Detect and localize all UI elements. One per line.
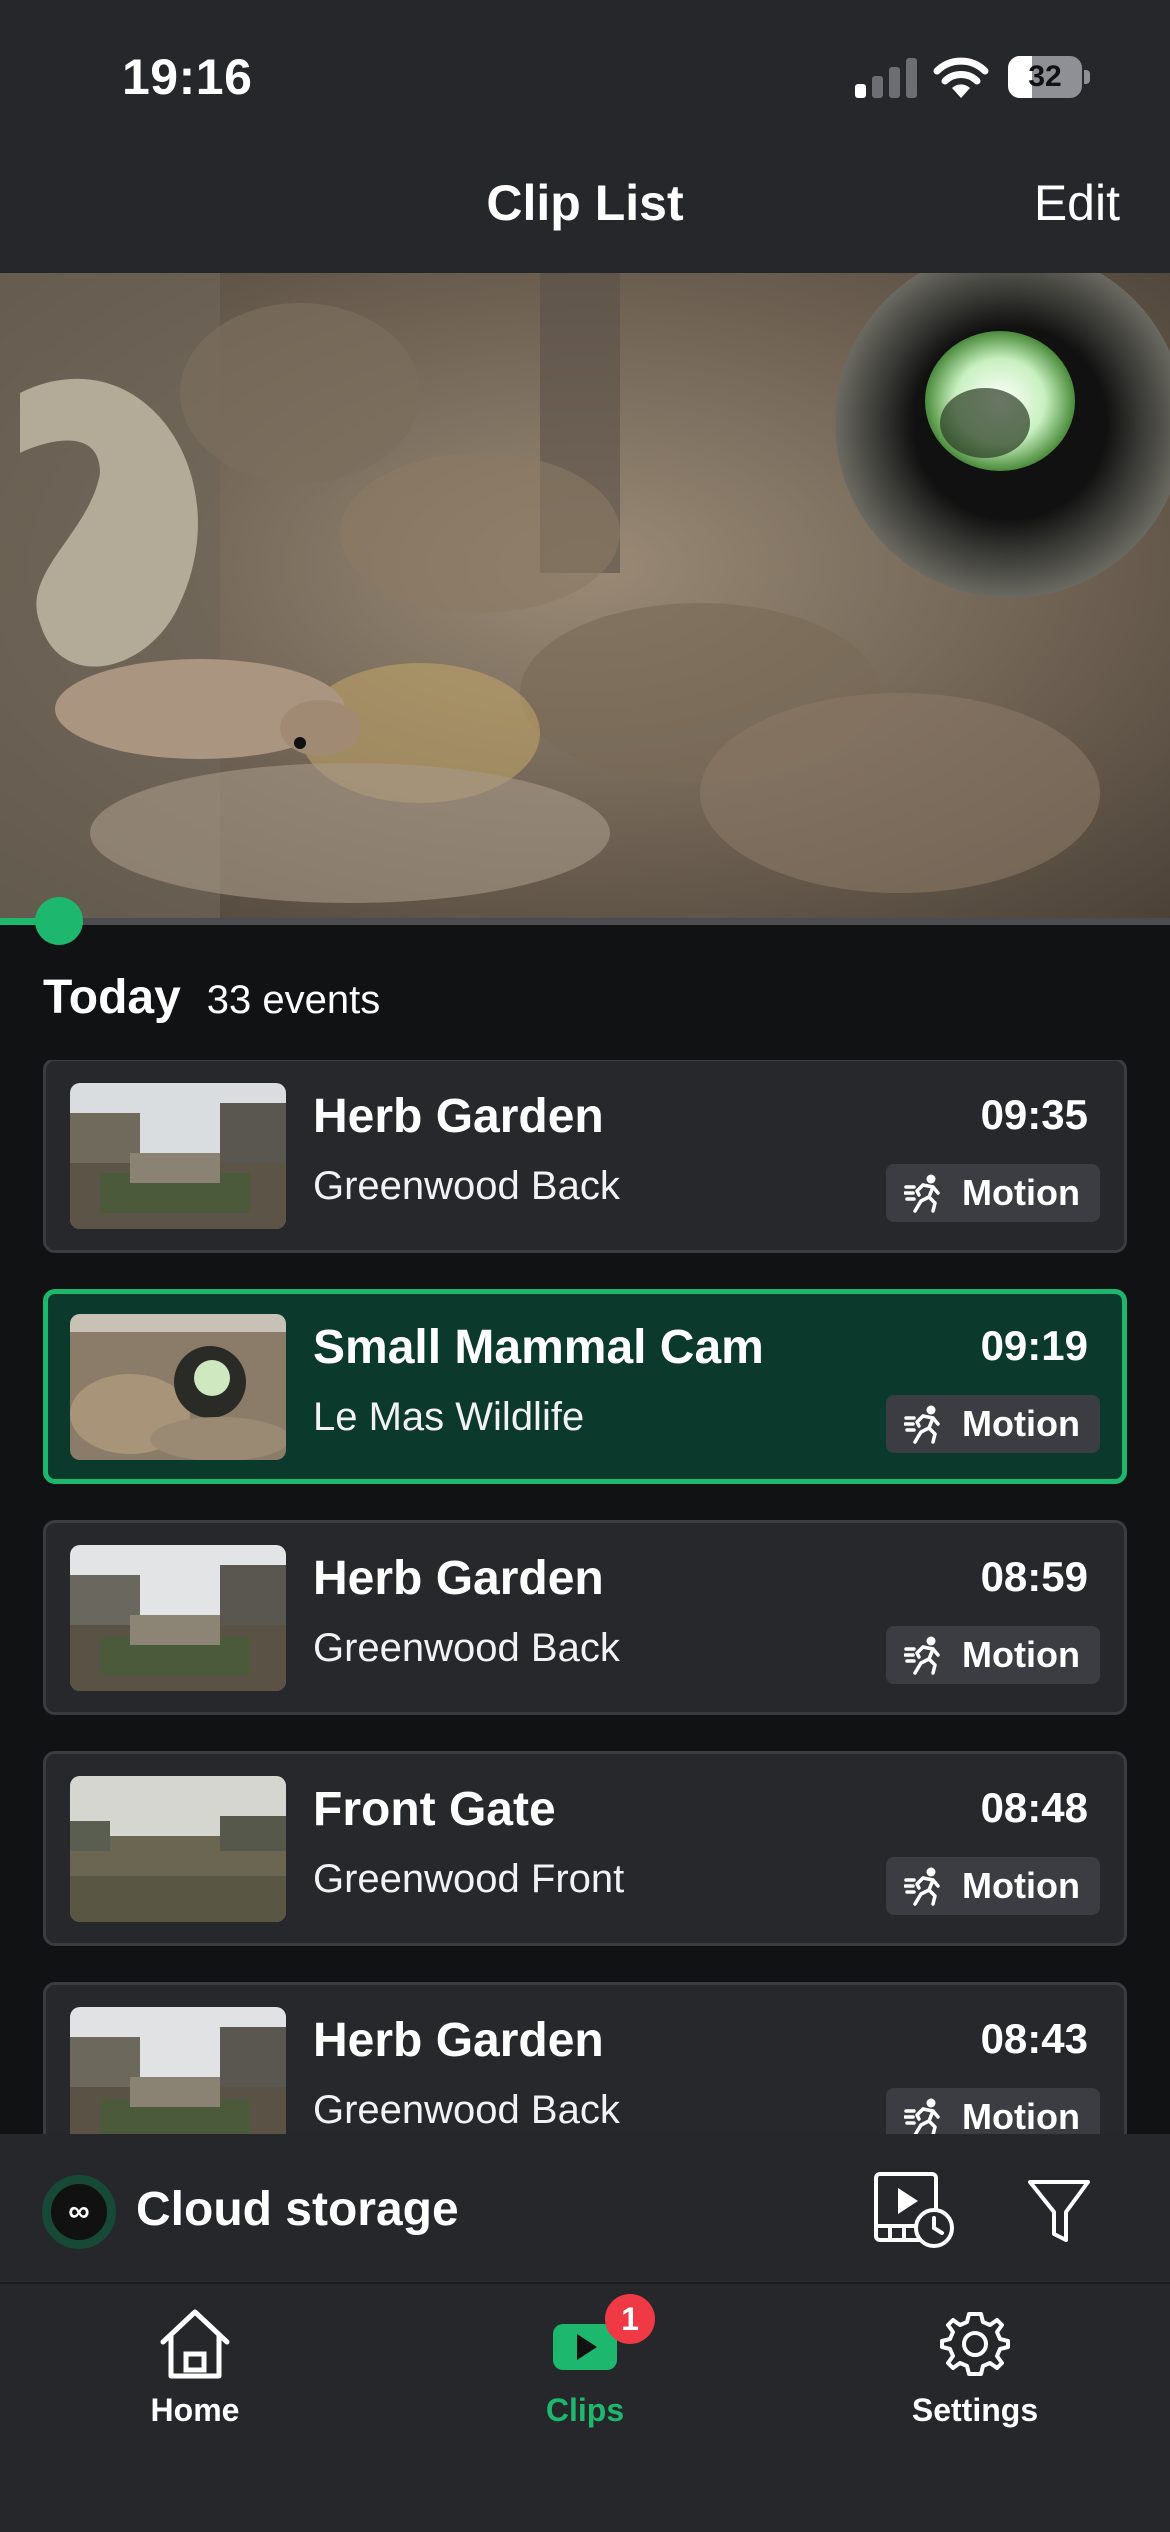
clip-thumbnail xyxy=(70,1545,286,1691)
clip-location: Greenwood Front xyxy=(313,1857,625,1901)
filter-icon[interactable] xyxy=(1026,2176,1092,2246)
motion-badge: Motion xyxy=(886,2088,1100,2134)
video-frame xyxy=(0,273,1170,923)
tab-label: Settings xyxy=(911,2392,1039,2428)
clip-time: 08:48 xyxy=(980,1784,1088,1831)
cloud-storage-bar: ∞ Cloud storage xyxy=(0,2134,1170,2282)
wifi-icon xyxy=(933,57,989,98)
clip-camera-name: Herb Garden xyxy=(313,1552,604,1605)
clip-timeline-icon[interactable] xyxy=(872,2170,956,2250)
clip-card[interactable]: Herb Garden Greenwood Back 09:35 Motion xyxy=(43,1060,1127,1253)
event-count: 33 events xyxy=(206,978,381,1022)
clip-location: Le Mas Wildlife xyxy=(313,1395,585,1439)
clip-card[interactable]: Herb Garden Greenwood Back 08:43 Motion xyxy=(43,1982,1127,2134)
clip-location: Greenwood Back xyxy=(313,2088,620,2132)
gear-icon xyxy=(940,2312,1010,2376)
edit-button[interactable]: Edit xyxy=(1034,174,1120,232)
badge-label: Motion xyxy=(962,2096,1080,2134)
clip-camera-name: Front Gate xyxy=(313,1783,556,1836)
badge-label: Motion xyxy=(962,1403,1080,1444)
motion-badge: Motion xyxy=(886,1164,1100,1222)
clip-card[interactable]: Herb Garden Greenwood Back 08:59 Motion xyxy=(43,1520,1127,1715)
motion-badge: Motion xyxy=(886,1626,1100,1684)
clip-thumbnail xyxy=(70,1083,286,1229)
tab-bar: Home 1 Clips Settings xyxy=(0,2282,1170,2532)
running-person-icon xyxy=(904,2098,940,2134)
tab-label: Home xyxy=(150,2392,240,2428)
nav-header: Clip List Edit xyxy=(0,140,1170,273)
clip-location: Greenwood Back xyxy=(313,1164,620,1208)
cellular-signal-icon xyxy=(855,58,917,98)
home-icon xyxy=(160,2309,230,2379)
status-time: 19:16 xyxy=(122,49,253,105)
clip-card[interactable]: Front Gate Greenwood Front 08:48 Motion xyxy=(43,1751,1127,1946)
clip-thumbnail xyxy=(70,2007,286,2134)
clip-time: 09:19 xyxy=(980,1322,1088,1369)
badge-label: Motion xyxy=(962,1634,1080,1675)
scrubber-track[interactable] xyxy=(0,918,1170,925)
battery-icon: 32 xyxy=(1008,56,1090,98)
clip-thumbnail xyxy=(70,1776,286,1922)
clip-time: 08:59 xyxy=(980,1553,1088,1600)
running-person-icon xyxy=(904,1636,940,1675)
video-player[interactable] xyxy=(0,273,1170,923)
battery-level: 32 xyxy=(1028,60,1062,93)
clip-camera-name: Herb Garden xyxy=(313,1090,604,1143)
cloud-storage-icon: ∞ xyxy=(42,2175,116,2249)
clip-location: Greenwood Back xyxy=(313,1626,620,1670)
running-person-icon xyxy=(904,1174,940,1213)
clip-card-selected[interactable]: Small Mammal Cam Le Mas Wildlife 09:19 M… xyxy=(43,1289,1127,1484)
page-title: Clip List xyxy=(486,175,684,231)
running-person-icon xyxy=(904,1405,940,1444)
running-person-icon xyxy=(904,1867,940,1906)
motion-badge: Motion xyxy=(886,1395,1100,1453)
clip-time: 09:35 xyxy=(980,1091,1088,1138)
video-scrubber[interactable] xyxy=(0,897,1170,945)
motion-badge: Motion xyxy=(886,1857,1100,1915)
clip-camera-name: Herb Garden xyxy=(313,2014,604,2067)
clip-thumbnail xyxy=(70,1314,286,1460)
status-bar: 19:16 32 xyxy=(0,0,1170,140)
notification-badge: 1 xyxy=(605,2294,655,2344)
day-label: Today xyxy=(43,971,181,1024)
tab-settings[interactable]: Settings xyxy=(845,2284,1105,2444)
badge-label: Motion xyxy=(962,1172,1080,1213)
cloud-storage-label[interactable]: Cloud storage xyxy=(136,2182,459,2237)
scrubber-handle[interactable] xyxy=(34,897,83,945)
clip-list[interactable]: Herb Garden Greenwood Back 09:35 Motion … xyxy=(0,1060,1170,2134)
tab-home[interactable]: Home xyxy=(65,2284,325,2444)
badge-label: Motion xyxy=(962,1865,1080,1906)
tab-clips[interactable]: 1 Clips xyxy=(455,2284,715,2444)
tab-label: Clips xyxy=(545,2392,625,2428)
clip-time: 08:43 xyxy=(980,2015,1088,2062)
day-header: Today 33 events xyxy=(43,970,380,1030)
clip-camera-name: Small Mammal Cam xyxy=(313,1321,764,1374)
